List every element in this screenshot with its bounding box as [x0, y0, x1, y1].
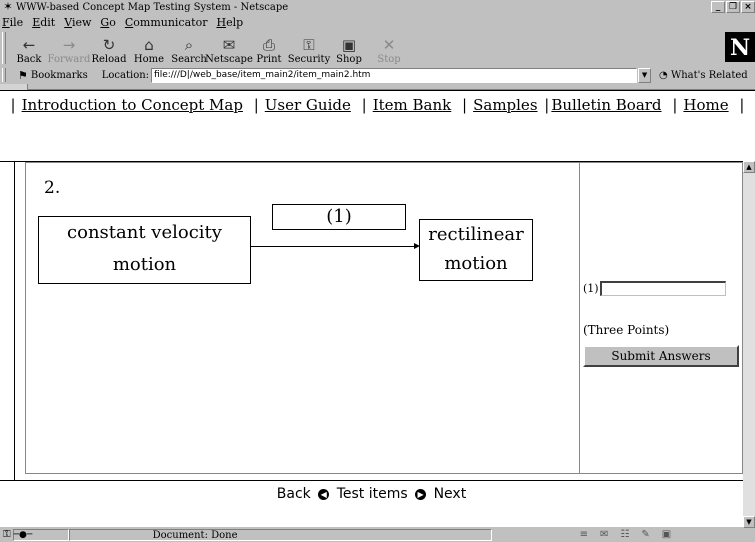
- reload-button[interactable]: ↻ Reload: [90, 32, 128, 66]
- mail-icon[interactable]: ✉: [600, 529, 608, 540]
- nav-link-samples[interactable]: Samples: [473, 96, 537, 114]
- test-items-link[interactable]: Test items: [337, 486, 408, 502]
- bottom-navigation: Back ◀ Test items ▶ Next: [0, 486, 743, 502]
- bookmark-icon: ⚑: [18, 68, 28, 82]
- home-button[interactable]: ⌂ Home: [130, 32, 168, 66]
- discussions-icon[interactable]: ☷: [620, 529, 629, 540]
- window-title: WWW-based Concept Map Testing System - N…: [16, 1, 289, 13]
- menu-file[interactable]: File: [2, 16, 23, 29]
- stop-icon: ✕: [382, 36, 396, 54]
- menu-go[interactable]: Go: [100, 16, 115, 29]
- scroll-up-icon[interactable]: ▲: [743, 161, 755, 173]
- next-link[interactable]: Next: [434, 486, 467, 502]
- menu-bar: File Edit View Go Communicator Help: [0, 14, 755, 30]
- location-bar: ⚑ Bookmarks Location: file:///D|/web_bas…: [0, 66, 755, 84]
- navigator-icon[interactable]: ≡: [580, 529, 588, 540]
- printer-icon: ⎙: [262, 36, 275, 54]
- back-button[interactable]: ← Back: [10, 32, 48, 66]
- frame-divider-bottom: [0, 480, 743, 481]
- answer-frame: (1) (Three Points) Submit Answers: [579, 162, 743, 474]
- back-link[interactable]: Back: [277, 486, 311, 502]
- concept-box-source[interactable]: constant velocity motion: [38, 216, 251, 284]
- nav-link-home[interactable]: Home: [683, 96, 728, 114]
- reload-icon: ↻: [102, 36, 116, 54]
- whats-related-button[interactable]: ◔ What's Related: [659, 70, 748, 81]
- url-dropdown-button[interactable]: ▼: [638, 67, 652, 83]
- points-label: (Three Points): [583, 323, 670, 337]
- submit-answers-button[interactable]: Submit Answers: [583, 345, 739, 367]
- vertical-scrollbar[interactable]: ▲ ▼: [743, 161, 755, 528]
- concept-box-target[interactable]: rectilinear motion: [419, 219, 533, 281]
- netscape-button[interactable]: ✉ Netscape: [205, 32, 253, 66]
- related-icon: ◔: [659, 69, 668, 81]
- url-field[interactable]: file:///D|/web_base/item_main2/item_main…: [151, 67, 638, 83]
- nav-link-bulletin-board[interactable]: Bulletin Board: [551, 96, 661, 114]
- link-label-box[interactable]: (1): [272, 204, 406, 230]
- forward-icon: →: [62, 36, 76, 54]
- status-message: Document: Done: [68, 528, 492, 541]
- menu-view[interactable]: View: [64, 16, 91, 29]
- frame-edge: [14, 161, 15, 481]
- concept-map-frame: 2. constant velocity motion (1) rectilin…: [25, 162, 580, 474]
- forward-button[interactable]: → Forward: [48, 32, 91, 66]
- left-arrow-icon[interactable]: ◀: [318, 489, 330, 500]
- nav-link-item-bank[interactable]: Item Bank: [373, 96, 452, 114]
- status-bar: ⚿ ─●─ Document: Done ≡ ✉ ☷ ✎ ▣: [0, 527, 755, 542]
- stop-button[interactable]: ✕ Stop: [370, 32, 408, 66]
- page-viewport: | Introduction to Concept Map | User Guide…: [0, 90, 755, 528]
- close-button[interactable]: ×: [741, 1, 755, 13]
- locationbar-grip[interactable]: [2, 68, 6, 82]
- concept-link-arrow: [250, 246, 418, 247]
- print-button[interactable]: ⎙ Print: [250, 32, 288, 66]
- lock-icon: ⚿: [303, 36, 315, 54]
- navigation-toolbar: ← Back → Forward ↻ Reload ⌂ Home ⌕ Search ✉ Ne…: [0, 30, 755, 66]
- top-navigation: | Introduction to Concept Map | User Guide…: [10, 96, 745, 114]
- back-icon: ←: [22, 36, 36, 54]
- answer-input-1[interactable]: [599, 281, 726, 296]
- menu-communicator[interactable]: Communicator: [125, 16, 208, 29]
- title-bar: ✶ WWW-based Concept Map Testing System -…: [0, 0, 755, 14]
- component-bar: ≡ ✉ ☷ ✎ ▣: [580, 529, 684, 540]
- maximize-button[interactable]: ❐: [726, 1, 740, 13]
- right-arrow-icon[interactable]: ▶: [415, 489, 427, 500]
- security-lock-icon[interactable]: ⚿: [3, 529, 11, 540]
- security-button[interactable]: ⚿ Security: [288, 32, 330, 66]
- bookmarks-button[interactable]: ⚑ Bookmarks: [18, 69, 88, 82]
- netscape-icon: ✶: [3, 0, 13, 13]
- menu-edit[interactable]: Edit: [32, 16, 55, 29]
- shop-icon: ▣: [341, 36, 357, 54]
- search-button[interactable]: ⌕ Search: [170, 32, 208, 66]
- minimize-button[interactable]: _: [711, 1, 725, 13]
- dock-icon[interactable]: ▣: [662, 529, 671, 540]
- nav-link-user-guide[interactable]: User Guide: [265, 96, 351, 114]
- location-label: Location:: [101, 69, 150, 81]
- toolbar-grip[interactable]: [2, 32, 6, 64]
- mail-icon: ✉: [222, 36, 236, 54]
- answer-label: (1): [583, 282, 599, 295]
- home-icon: ⌂: [144, 36, 154, 54]
- progress-bar: ─●─: [12, 528, 69, 541]
- nav-link-introduction[interactable]: Introduction to Concept Map: [22, 96, 243, 114]
- menu-help[interactable]: Help: [216, 16, 243, 29]
- composer-icon[interactable]: ✎: [641, 529, 649, 540]
- shop-button[interactable]: ▣ Shop: [330, 32, 368, 66]
- search-icon: ⌕: [184, 36, 194, 54]
- netscape-logo[interactable]: N: [725, 32, 755, 62]
- answer-row: (1): [583, 281, 726, 296]
- question-number: 2.: [44, 178, 61, 198]
